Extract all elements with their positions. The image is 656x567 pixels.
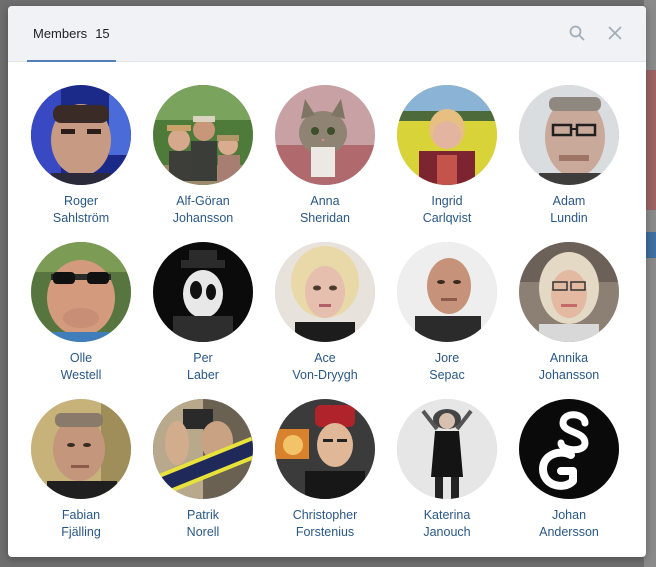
member-first-name: Adam	[552, 194, 586, 208]
tab-members[interactable]: Members 15	[27, 6, 116, 62]
avatar[interactable]	[275, 242, 375, 342]
member-first-name: Patrik	[187, 508, 219, 522]
tab-count: 15	[95, 25, 110, 41]
member-card[interactable]: Anna Sheridan	[264, 85, 386, 227]
member-last-name: Sahlström	[52, 211, 110, 225]
member-last-name: Fjälling	[61, 525, 101, 539]
member-card[interactable]: Adam Lundin	[508, 85, 630, 227]
member-name[interactable]: Annika Johansson	[509, 350, 629, 384]
member-name[interactable]: Adam Lundin	[509, 193, 629, 227]
member-first-name: Roger	[63, 194, 99, 208]
member-last-name: Norell	[186, 525, 220, 539]
member-card[interactable]: Johan Andersson	[508, 399, 630, 541]
member-last-name: Sepac	[429, 368, 465, 382]
member-first-name: Annika	[549, 351, 589, 365]
member-last-name: Westell	[60, 368, 102, 382]
avatar[interactable]	[31, 399, 131, 499]
member-name[interactable]: Jore Sepac	[387, 350, 507, 384]
member-card[interactable]: Christopher Forstenius	[264, 399, 386, 541]
member-last-name: Johansson	[538, 368, 600, 382]
members-modal: Members 15 Roger Sahlström Alf-Göran Joh…	[8, 6, 646, 557]
member-name[interactable]: Per Laber	[143, 350, 263, 384]
member-card[interactable]: Olle Westell	[20, 242, 142, 384]
member-last-name: Sheridan	[299, 211, 351, 225]
member-card[interactable]: Jore Sepac	[386, 242, 508, 384]
modal-header: Members 15	[8, 6, 646, 62]
avatar[interactable]	[153, 85, 253, 185]
member-first-name: Ingrid	[431, 194, 463, 208]
member-first-name: Olle	[69, 351, 93, 365]
member-name[interactable]: Katerina Janouch	[387, 507, 507, 541]
member-name[interactable]: Alf-Göran Johansson	[143, 193, 263, 227]
avatar[interactable]	[31, 242, 131, 342]
avatar[interactable]	[31, 85, 131, 185]
member-first-name: Fabian	[61, 508, 101, 522]
member-first-name: Anna	[310, 194, 340, 208]
member-last-name: Forstenius	[295, 525, 355, 539]
member-last-name: Laber	[187, 368, 219, 382]
member-first-name: Ace	[314, 351, 336, 365]
header-actions	[568, 24, 624, 42]
member-last-name: Carlqvist	[422, 211, 472, 225]
member-name[interactable]: Christopher Forstenius	[265, 507, 385, 541]
tab-label: Members	[33, 25, 88, 41]
member-name[interactable]: Anna Sheridan	[265, 193, 385, 227]
member-last-name: Johansson	[172, 211, 234, 225]
avatar[interactable]	[397, 242, 497, 342]
avatar[interactable]	[275, 85, 375, 185]
member-card[interactable]: Alf-Göran Johansson	[142, 85, 264, 227]
avatar[interactable]	[519, 85, 619, 185]
member-card[interactable]: Annika Johansson	[508, 242, 630, 384]
avatar[interactable]	[153, 399, 253, 499]
avatar[interactable]	[153, 242, 253, 342]
close-icon[interactable]	[606, 24, 624, 42]
member-name[interactable]: Olle Westell	[21, 350, 141, 384]
avatar[interactable]	[397, 85, 497, 185]
member-first-name: Katerina	[423, 508, 471, 522]
member-name[interactable]: Fabian Fjälling	[21, 507, 141, 541]
member-first-name: Christopher	[292, 508, 358, 522]
members-grid: Roger Sahlström Alf-Göran Johansson Anna…	[20, 85, 634, 541]
avatar[interactable]	[397, 399, 497, 499]
member-name[interactable]: Johan Andersson	[509, 507, 629, 541]
member-card[interactable]: Per Laber	[142, 242, 264, 384]
member-card[interactable]: Roger Sahlström	[20, 85, 142, 227]
member-name[interactable]: Patrik Norell	[143, 507, 263, 541]
member-name[interactable]: Ingrid Carlqvist	[387, 193, 507, 227]
avatar[interactable]	[275, 399, 375, 499]
member-last-name: Lundin	[550, 211, 588, 225]
avatar[interactable]	[519, 242, 619, 342]
member-card[interactable]: Fabian Fjälling	[20, 399, 142, 541]
member-card[interactable]: Katerina Janouch	[386, 399, 508, 541]
member-last-name: Von-Dryygh	[292, 368, 358, 382]
member-last-name: Andersson	[539, 525, 599, 539]
search-icon[interactable]	[568, 24, 586, 42]
member-card[interactable]: Ace Von-Dryygh	[264, 242, 386, 384]
member-name[interactable]: Ace Von-Dryygh	[265, 350, 385, 384]
member-first-name: Alf-Göran	[176, 194, 230, 208]
member-last-name: Janouch	[423, 525, 471, 539]
member-card[interactable]: Patrik Norell	[142, 399, 264, 541]
member-card[interactable]: Ingrid Carlqvist	[386, 85, 508, 227]
member-first-name: Jore	[434, 351, 460, 365]
member-first-name: Per	[193, 351, 213, 365]
member-first-name: Johan	[551, 508, 587, 522]
member-name[interactable]: Roger Sahlström	[21, 193, 141, 227]
avatar[interactable]	[519, 399, 619, 499]
